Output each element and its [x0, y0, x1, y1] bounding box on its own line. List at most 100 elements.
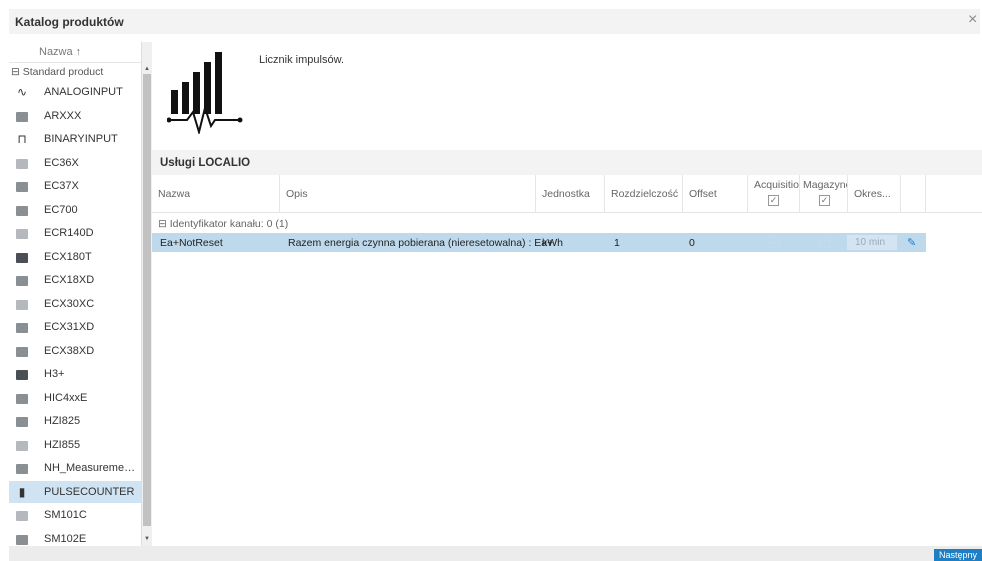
list-item[interactable]: ECR140D — [9, 222, 141, 246]
dialog-title-bar: Katalog produktów — [9, 9, 980, 34]
row-okres[interactable]: 10 min — [847, 235, 897, 250]
table-row[interactable]: Ea+NotReset Razem energia czynna pobiera… — [152, 233, 926, 252]
channel-group-label: ⊟ Identyfikator kanału: 0 (1) — [158, 218, 289, 230]
col-magazynowanie-label: Magazyno — [803, 179, 848, 191]
channel-group-row[interactable]: ⊟ Identyfikator kanału: 0 (1) — [152, 214, 982, 233]
list-item[interactable]: ARXXX — [9, 105, 141, 128]
dialog-titlebar: Katalog produktów × — [0, 0, 982, 42]
row-jednostka: kWh — [542, 237, 563, 249]
col-nazwa-label: Nazwa — [158, 188, 191, 200]
product-detail: Licznik impulsów. Usługi LOCALIO Nazwa O… — [152, 42, 982, 546]
wave-icon: ∿ — [16, 85, 28, 99]
list-item-label: EC36X — [44, 156, 79, 169]
dialog-footer — [9, 546, 982, 561]
dialog-title: Katalog produktów — [15, 15, 124, 29]
list-item-label: ECX180T — [44, 250, 92, 263]
list-scrollbar[interactable]: ▲ ▼ — [142, 42, 152, 546]
row-rozdzielczosc: 1 — [614, 237, 620, 249]
row-magazynowanie-checkbox[interactable]: ✓ — [819, 237, 830, 248]
col-acquisition-label: Acquisition — [754, 179, 800, 191]
col-rozdzielczosc-label: Rozdzielczość — [611, 188, 679, 200]
list-header-nazwa[interactable]: Nazwa ↑ — [39, 46, 81, 58]
list-item[interactable]: ⊓ BINARYINPUT — [9, 128, 141, 152]
col-rozdzielczosc[interactable]: Rozdzielczość — [605, 175, 683, 213]
list-item-label: HIC4xxE — [44, 391, 88, 404]
list-item[interactable]: EC700 — [9, 199, 141, 222]
list-item[interactable]: ECX18XD — [9, 269, 141, 293]
row-acquisition-checkbox[interactable]: ✓ — [769, 237, 780, 248]
device-icon — [16, 158, 28, 169]
device-icon — [16, 534, 28, 545]
device-icon — [16, 440, 28, 451]
list-item[interactable]: EC37X — [9, 175, 141, 199]
device-icon — [16, 276, 28, 286]
scroll-up-icon[interactable]: ▲ — [144, 66, 150, 72]
pulse-counter-icon — [167, 52, 243, 134]
col-offset[interactable]: Offset — [683, 175, 748, 213]
list-item-label: ECX38XD — [44, 344, 95, 357]
list-item[interactable]: H3+ — [9, 363, 141, 387]
product-description: Licznik impulsów. — [259, 54, 344, 66]
list-column-header[interactable]: Nazwa ↑ — [9, 42, 141, 63]
product-list: Nazwa ↑ ⊟ Standard product ∿ ANALOGINPUT A… — [9, 42, 142, 546]
device-icon — [16, 205, 28, 216]
list-item-label: EC700 — [44, 203, 78, 216]
list-item[interactable]: ∿ ANALOGINPUT — [9, 81, 141, 105]
list-item-label: HZI855 — [44, 438, 81, 451]
list-item-label: EC37X — [44, 180, 79, 192]
col-opis[interactable]: Opis — [280, 175, 536, 213]
list-item[interactable]: ▮ PULSECOUNTER — [9, 480, 141, 504]
col-offset-label: Offset — [689, 188, 717, 200]
list-item-label: ANALOGINPUT — [44, 86, 123, 98]
list-group-standard-product[interactable]: ⊟ Standard product — [9, 63, 141, 81]
row-offset: 0 — [689, 237, 695, 249]
bars-icon: ▮ — [18, 484, 26, 499]
list-item[interactable]: SM101C — [9, 504, 141, 528]
device-icon — [16, 111, 28, 122]
list-item-label: SM102E — [44, 532, 87, 545]
col-okres[interactable]: Okres... — [848, 175, 901, 213]
next-button[interactable]: Następny — [934, 549, 982, 561]
list-item-label: HZI825 — [44, 415, 81, 427]
services-grid-header: Nazwa Opis Jednostka Rozdzielczość Offse… — [152, 175, 982, 213]
device-icon — [16, 229, 28, 239]
list-item-label: BINARYINPUT — [44, 133, 118, 145]
list-item[interactable]: HZI825 — [9, 410, 141, 434]
device-icon — [16, 511, 28, 521]
scrollbar-thumb[interactable] — [143, 74, 151, 526]
close-icon[interactable]: × — [968, 12, 980, 28]
col-opis-label: Opis — [286, 188, 308, 200]
pencil-icon[interactable]: ✎ — [907, 236, 919, 249]
services-section-bar: Usługi LOCALIO — [152, 150, 982, 175]
list-item-label: ECX30XC — [44, 297, 95, 310]
list-item[interactable]: EC36X — [9, 152, 141, 175]
device-icon — [16, 182, 28, 192]
acquisition-header-checkbox[interactable]: ✓ — [768, 195, 779, 206]
col-jednostka[interactable]: Jednostka — [536, 175, 605, 213]
list-item-label: NH_Measurement... — [44, 462, 140, 474]
col-jednostka-label: Jednostka — [542, 188, 590, 200]
list-item-label: ECX31XD — [44, 321, 95, 333]
list-item[interactable]: ECX38XD — [9, 340, 141, 363]
scroll-down-icon[interactable]: ▼ — [144, 536, 150, 542]
list-item[interactable]: HIC4xxE — [9, 387, 141, 410]
list-item[interactable]: HZI855 — [9, 434, 141, 457]
col-acquisition[interactable]: Acquisition ✓ — [748, 175, 800, 213]
list-item[interactable]: ECX180T — [9, 246, 141, 269]
pulse-icon: ⊓ — [17, 132, 27, 146]
magazynowanie-header-checkbox[interactable]: ✓ — [819, 195, 830, 206]
list-item-label: SM101C — [44, 509, 87, 521]
device-icon — [16, 370, 28, 380]
col-magazynowanie[interactable]: Magazyno ✓ — [800, 175, 848, 213]
row-nazwa: Ea+NotReset — [160, 237, 223, 249]
list-item[interactable]: NH_Measurement... — [9, 457, 141, 481]
list-item-label: H3+ — [44, 368, 65, 380]
col-nazwa[interactable]: Nazwa — [152, 175, 280, 213]
group-label: ⊟ Standard product — [11, 66, 104, 78]
list-item[interactable]: ECX31XD — [9, 316, 141, 340]
list-item[interactable]: SM102E — [9, 528, 141, 547]
list-item[interactable]: ECX30XC — [9, 293, 141, 316]
list-item-label: ARXXX — [44, 109, 82, 122]
device-icon — [16, 464, 28, 474]
list-item-label: ECX18XD — [44, 274, 95, 286]
